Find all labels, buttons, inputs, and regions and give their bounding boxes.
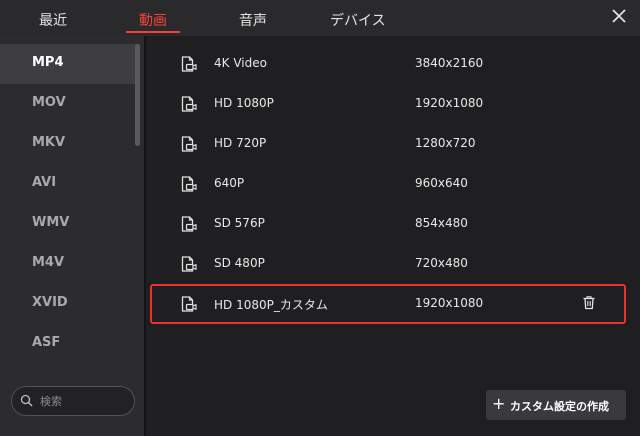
video-file-icon — [180, 175, 198, 197]
preset-row[interactable]: 4K Video 3840x2160 — [150, 44, 626, 84]
plus-icon: + — [492, 394, 506, 413]
preset-name: HD 720P — [214, 136, 267, 150]
format-label: MOV — [32, 95, 66, 110]
preset-resolution: 3840x2160 — [415, 56, 484, 70]
format-label: AVI — [32, 175, 57, 190]
format-item-asf[interactable]: ASF — [0, 324, 136, 364]
create-custom-button[interactable]: + カスタム設定の作成 — [486, 390, 626, 420]
format-item-mp4[interactable]: MP4 — [0, 44, 136, 84]
search-icon — [20, 394, 33, 407]
format-item-xvid[interactable]: XVID — [0, 284, 136, 324]
format-item-mov[interactable]: MOV — [0, 84, 136, 124]
preset-name: 640P — [214, 176, 245, 190]
video-file-icon — [180, 95, 198, 117]
close-icon[interactable] — [610, 7, 628, 25]
preset-resolution: 854x480 — [415, 216, 468, 230]
preset-resolution: 720x480 — [415, 256, 468, 270]
format-label: MKV — [32, 135, 66, 150]
tab-audio[interactable]: 音声 — [239, 10, 267, 30]
preset-resolution: 1920x1080 — [415, 296, 484, 310]
panel-divider — [144, 36, 146, 436]
tab-video[interactable]: 動画 — [139, 10, 167, 30]
preset-row[interactable]: HD 720P 1280x720 — [150, 124, 626, 164]
video-file-icon — [180, 215, 198, 237]
format-item-wmv[interactable]: WMV — [0, 204, 136, 244]
format-sidebar: MP4 MOV MKV AVI WMV M4V XVID ASF — [0, 36, 144, 436]
format-label: M4V — [32, 255, 65, 270]
preset-row[interactable]: SD 480P 720x480 — [150, 244, 626, 284]
preset-name: 4K Video — [214, 56, 267, 70]
preset-row[interactable]: HD 1080P 1920x1080 — [150, 84, 626, 124]
trash-icon[interactable] — [582, 295, 596, 314]
video-file-icon — [180, 55, 198, 77]
preset-name: SD 576P — [214, 216, 265, 230]
preset-name: HD 1080P — [214, 96, 274, 110]
format-item-m4v[interactable]: M4V — [0, 244, 136, 284]
video-file-icon — [180, 295, 198, 317]
preset-resolution: 960x640 — [415, 176, 468, 190]
format-label: XVID — [32, 295, 68, 310]
format-label: ASF — [32, 335, 61, 350]
preset-row[interactable]: SD 576P 854x480 — [150, 204, 626, 244]
preset-row[interactable]: 640P 960x640 — [150, 164, 626, 204]
create-custom-label: カスタム設定の作成 — [510, 400, 609, 413]
tab-device[interactable]: デバイス — [330, 10, 386, 30]
preset-name: HD 1080P_カスタム — [214, 298, 328, 312]
preset-resolution: 1920x1080 — [415, 96, 484, 110]
format-label: MP4 — [32, 55, 64, 70]
tab-recent[interactable]: 最近 — [39, 10, 67, 30]
format-item-avi[interactable]: AVI — [0, 164, 136, 204]
format-label: WMV — [32, 215, 70, 230]
format-item-mkv[interactable]: MKV — [0, 124, 136, 164]
video-file-icon — [180, 255, 198, 277]
active-tab-underline — [126, 31, 180, 33]
preset-row-highlighted[interactable]: HD 1080P_カスタム 1920x1080 — [150, 284, 626, 324]
search-input[interactable] — [40, 393, 128, 409]
top-bar: 最近 動画 音声 デバイス — [0, 0, 640, 36]
preset-name: SD 480P — [214, 256, 265, 270]
sidebar-scrollbar[interactable] — [135, 44, 140, 146]
video-file-icon — [180, 135, 198, 157]
search-box[interactable] — [11, 386, 135, 416]
preset-resolution: 1280x720 — [415, 136, 476, 150]
